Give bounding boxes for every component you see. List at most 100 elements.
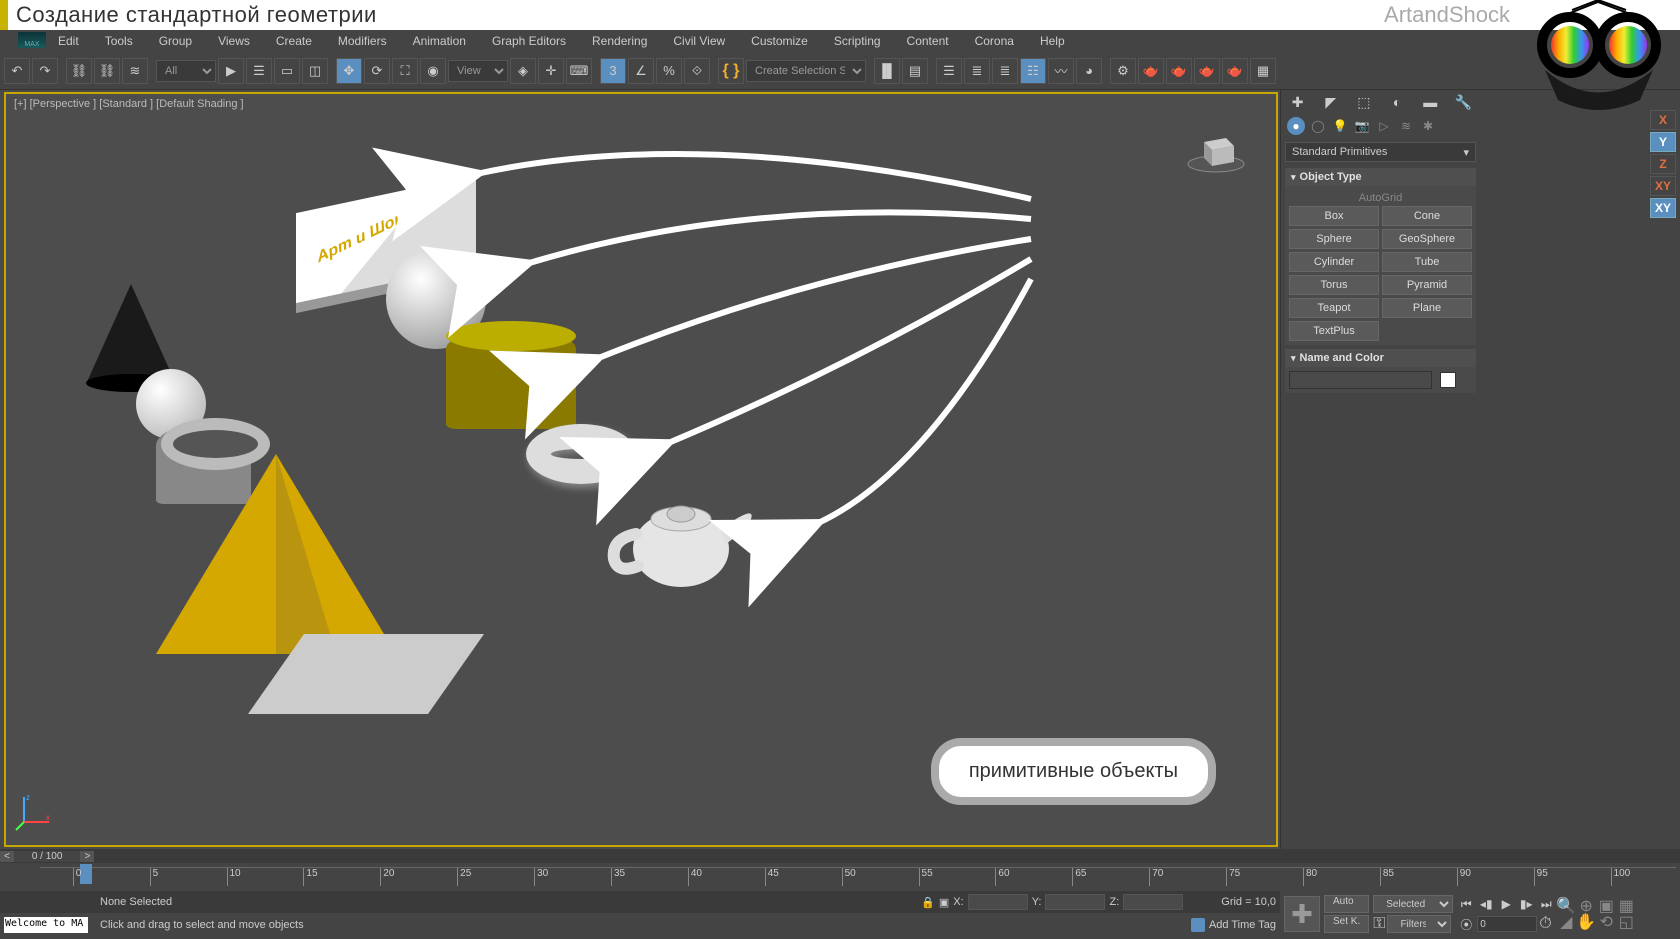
next-frame-icon[interactable]: ▮▸ xyxy=(1517,895,1535,913)
bind-icon[interactable]: ≋ xyxy=(122,58,148,84)
mirror-icon[interactable]: ▐▌ xyxy=(874,58,900,84)
layers-icon[interactable]: ☰ xyxy=(936,58,962,84)
viewport[interactable]: [+] [Perspective ] [Standard ] [Default … xyxy=(4,92,1278,847)
time-config-icon[interactable]: ⏱ xyxy=(1539,915,1551,933)
set-key-mode-button[interactable]: Set K. xyxy=(1324,915,1369,933)
viewport-label[interactable]: [+] [Perspective ] [Standard ] [Default … xyxy=(14,98,244,110)
name-color-rollout[interactable]: Name and Color xyxy=(1285,349,1476,367)
menu-edit[interactable]: Edit xyxy=(50,32,87,50)
time-slider[interactable]: < 0 / 100 > xyxy=(0,849,1680,863)
geosphere-button[interactable]: GeoSphere xyxy=(1382,229,1472,249)
render-iter-icon[interactable]: 🫖 xyxy=(1222,58,1248,84)
snap-icon[interactable]: 3 xyxy=(600,58,626,84)
menu-create[interactable]: Create xyxy=(268,32,320,50)
object-type-rollout[interactable]: Object Type xyxy=(1285,168,1476,186)
plane-button[interactable]: Plane xyxy=(1382,298,1472,318)
edit-set-icon[interactable]: { } xyxy=(718,58,744,84)
autogrid-checkbox[interactable]: AutoGrid xyxy=(1289,190,1472,206)
move-icon[interactable]: ✥ xyxy=(336,58,362,84)
utilities-tab-icon[interactable]: 🔧 xyxy=(1453,92,1473,112)
selection-filter-dropdown[interactable]: All xyxy=(156,60,216,82)
timeline-thumb[interactable] xyxy=(80,864,92,884)
rotate-icon[interactable]: ⟳ xyxy=(364,58,390,84)
menu-civilview[interactable]: Civil View xyxy=(665,32,733,50)
x-input[interactable] xyxy=(968,894,1028,910)
spinner-snap-icon[interactable]: ⟐ xyxy=(684,58,710,84)
select-icon[interactable]: ▶ xyxy=(218,58,244,84)
zoom-all-icon[interactable]: ⊕ xyxy=(1579,899,1593,913)
maximize-icon[interactable]: ◱ xyxy=(1619,915,1633,929)
scene-explorer-icon[interactable]: ☷ xyxy=(1020,58,1046,84)
align-icon[interactable]: ▤ xyxy=(902,58,928,84)
xy-axis-button[interactable]: XY xyxy=(1650,176,1676,196)
menu-content[interactable]: Content xyxy=(899,32,957,50)
box-button[interactable]: Box xyxy=(1289,206,1379,226)
ref-coord-dropdown[interactable]: View xyxy=(448,60,508,82)
y-axis-button[interactable]: Y xyxy=(1650,132,1676,152)
time-tag-label[interactable]: Add Time Tag xyxy=(1209,919,1276,931)
scale-icon[interactable]: ⛶ xyxy=(392,58,418,84)
manip-icon[interactable]: ✛ xyxy=(538,58,564,84)
torus-button[interactable]: Torus xyxy=(1289,275,1379,295)
category-dropdown[interactable]: Standard Primitives▾ xyxy=(1285,142,1476,162)
app-icon[interactable]: MAX xyxy=(18,32,46,48)
spacewarps-icon[interactable]: ≋ xyxy=(1397,117,1415,135)
play-icon[interactable]: ▶ xyxy=(1497,895,1515,913)
fov-icon[interactable]: ◢ xyxy=(1559,915,1573,929)
place-icon[interactable]: ◉ xyxy=(420,58,446,84)
zoom-extents-all-icon[interactable]: ▦ xyxy=(1619,899,1633,913)
cone-button[interactable]: Cone xyxy=(1382,206,1472,226)
menu-tools[interactable]: Tools xyxy=(97,32,141,50)
lock-icon[interactable]: 🔒 xyxy=(921,896,935,909)
prev-frame-icon[interactable]: ◂▮ xyxy=(1477,895,1495,913)
menu-modifiers[interactable]: Modifiers xyxy=(330,32,395,50)
timeline-ruler[interactable]: 0510152025303540455055606570758085909510… xyxy=(40,867,1676,891)
goto-end-icon[interactable]: ⏭ xyxy=(1537,895,1555,913)
render-icon[interactable]: 🫖 xyxy=(1166,58,1192,84)
link-icon[interactable]: ⛓ xyxy=(66,58,92,84)
a360-icon[interactable]: ▦ xyxy=(1250,58,1276,84)
modify-tab-icon[interactable]: ◤ xyxy=(1321,92,1341,112)
angle-snap-icon[interactable]: ∠ xyxy=(628,58,654,84)
menu-customize[interactable]: Customize xyxy=(743,32,816,50)
current-frame-input[interactable]: 0 xyxy=(1477,916,1537,932)
tube-button[interactable]: Tube xyxy=(1382,252,1472,272)
orbit-icon[interactable]: ⟲ xyxy=(1599,915,1613,929)
keymode-dropdown[interactable]: Selected xyxy=(1373,895,1453,913)
menu-views[interactable]: Views xyxy=(210,32,258,50)
object-name-input[interactable] xyxy=(1289,371,1432,389)
motion-tab-icon[interactable]: ◐ xyxy=(1387,92,1407,112)
time-tag-icon[interactable] xyxy=(1191,918,1205,932)
shapes-icon[interactable]: ◯ xyxy=(1309,117,1327,135)
key-mode-icon[interactable]: ⦿ xyxy=(1457,915,1475,933)
textplus-button[interactable]: TextPlus xyxy=(1289,321,1379,341)
z-input[interactable] xyxy=(1123,894,1183,910)
schematic-icon[interactable]: 〰 xyxy=(1048,58,1074,84)
xy2-axis-button[interactable]: XY xyxy=(1650,198,1676,218)
pivot-icon[interactable]: ◈ xyxy=(510,58,536,84)
menu-corona[interactable]: Corona xyxy=(967,32,1022,50)
cameras-icon[interactable]: 📷 xyxy=(1353,117,1371,135)
render-frame-icon[interactable]: 🫖 xyxy=(1138,58,1164,84)
helpers-icon[interactable]: ▷ xyxy=(1375,117,1393,135)
viewcube-gizmo[interactable] xyxy=(1186,124,1246,174)
percent-snap-icon[interactable]: % xyxy=(656,58,682,84)
pyramid-button[interactable]: Pyramid xyxy=(1382,275,1472,295)
isolate-icon[interactable]: ▣ xyxy=(939,896,949,909)
select-window-icon[interactable]: ◫ xyxy=(302,58,328,84)
systems-icon[interactable]: ✱ xyxy=(1419,117,1437,135)
pan-icon[interactable]: ✋ xyxy=(1579,915,1593,929)
geometry-icon[interactable]: ● xyxy=(1287,117,1305,135)
render-prod-icon[interactable]: 🫖 xyxy=(1194,58,1220,84)
goto-start-icon[interactable]: ⏮ xyxy=(1457,895,1475,913)
display-tab-icon[interactable]: ▬ xyxy=(1420,92,1440,112)
menu-animation[interactable]: Animation xyxy=(405,32,474,50)
filters-dropdown[interactable]: Filters... xyxy=(1387,915,1451,933)
y-input[interactable] xyxy=(1045,894,1105,910)
create-tab-icon[interactable]: ✚ xyxy=(1288,92,1308,112)
lights-icon[interactable]: 💡 xyxy=(1331,117,1349,135)
cylinder-button[interactable]: Cylinder xyxy=(1289,252,1379,272)
hierarchy-tab-icon[interactable]: ⬚ xyxy=(1354,92,1374,112)
select-rect-icon[interactable]: ▭ xyxy=(274,58,300,84)
key-filter-icon[interactable]: ⚿ xyxy=(1373,915,1385,933)
